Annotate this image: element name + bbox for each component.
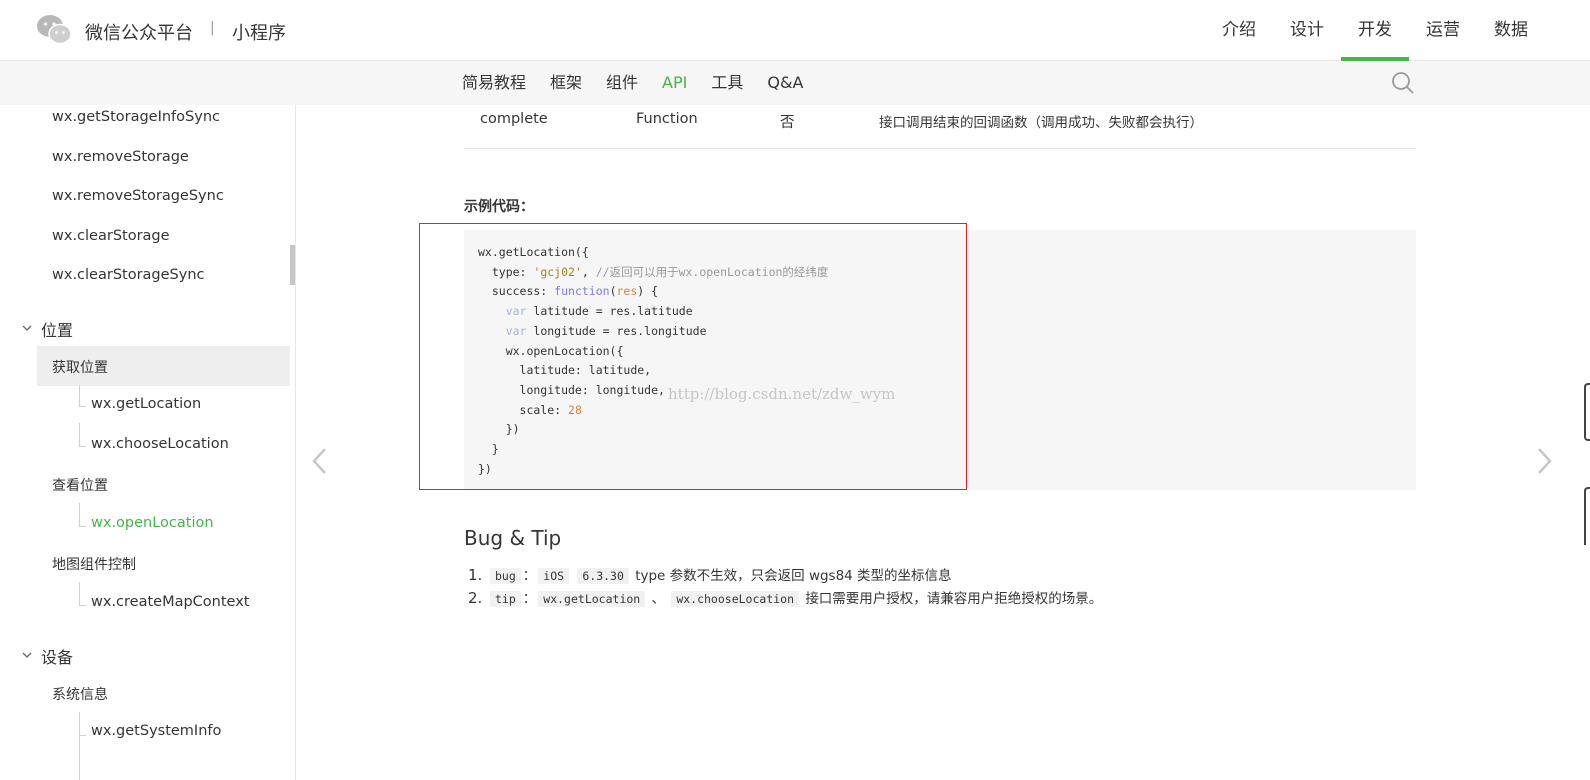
next-page-arrow-icon[interactable] xyxy=(1534,445,1554,477)
code-tag: bug xyxy=(490,568,521,584)
param-name: complete xyxy=(480,111,548,127)
code-line: }) xyxy=(478,461,492,476)
code-line: latitude: latitude, xyxy=(478,363,652,378)
param-type: Function xyxy=(636,111,698,127)
top-header: 微信公众平台 | 小程序 介绍 设计 开发 运营 数据 xyxy=(0,0,1590,61)
chevron-down-icon[interactable] xyxy=(22,650,32,660)
example-code-label: 示例代码： xyxy=(464,199,534,215)
code-line: } xyxy=(478,442,499,457)
tab-api[interactable]: API xyxy=(650,61,699,105)
code-tag: iOS xyxy=(538,568,570,584)
search-icon[interactable] xyxy=(1391,71,1415,95)
sidebar-item-getsysteminfo[interactable]: wx.getSystemInfo xyxy=(91,723,221,739)
code-tag: wx.chooseLocation xyxy=(671,591,800,607)
prev-page-arrow-icon[interactable] xyxy=(310,445,330,477)
param-table-row: complete Function 否 接口调用结束的回调函数（调用成功、失败都… xyxy=(464,105,1416,149)
param-required: 否 xyxy=(780,115,795,131)
wechat-logo-icon[interactable] xyxy=(36,14,72,46)
code-tag: tip xyxy=(490,591,521,607)
list-item: 2. tip： wx.getLocation 、 wx.chooseLocation… xyxy=(468,587,1102,610)
list-item: 1. bug： iOS 6.3.30 type 参数不生效，只会返回 wgs84 类… xyxy=(468,564,1102,587)
sidebar-category-device[interactable]: 设备 xyxy=(41,644,73,668)
nav-develop[interactable]: 开发 xyxy=(1341,0,1409,61)
code-line: scale: 28 xyxy=(478,402,582,417)
tree-connector xyxy=(79,423,86,447)
sidebar-item-createmapcontext[interactable]: wx.createMapContext xyxy=(91,594,249,610)
sidebar-item-removestoragesync[interactable]: wx.removeStorageSync xyxy=(52,188,224,204)
tab-framework[interactable]: 框架 xyxy=(538,61,594,105)
code-line: var longitude = res.longitude xyxy=(505,323,707,338)
sidebar-item-removestorage[interactable]: wx.removeStorage xyxy=(52,149,189,165)
code-block[interactable]: wx.getLocation({ type: 'gcj02', //返回可以用于… xyxy=(478,243,828,479)
sidebar-item-clearstorage[interactable]: wx.clearStorage xyxy=(52,228,170,244)
tree-connector xyxy=(79,712,86,736)
nav-intro[interactable]: 介绍 xyxy=(1205,0,1273,61)
sidebar-section-view-location[interactable]: 查看位置 xyxy=(52,475,108,495)
tips-list: 1. bug： iOS 6.3.30 type 参数不生效，只会返回 wgs84 类… xyxy=(468,564,1102,610)
sidebar-category-location[interactable]: 位置 xyxy=(41,317,73,341)
tab-components[interactable]: 组件 xyxy=(594,61,650,105)
list-number: 2. xyxy=(468,589,483,607)
sub-nav-bar: 简易教程 框架 组件 API 工具 Q&A xyxy=(0,61,1590,105)
side-floating-tab[interactable] xyxy=(1584,487,1590,545)
sidebar-item-getlocation[interactable]: wx.getLocation xyxy=(91,396,201,412)
brand-title[interactable]: 微信公众平台 xyxy=(85,19,193,45)
code-line: wx.getLocation({ xyxy=(478,245,589,259)
chevron-down-icon[interactable] xyxy=(22,323,32,333)
side-floating-tab[interactable] xyxy=(1584,383,1590,441)
param-description: 接口调用结束的回调函数（调用成功、失败都会执行） xyxy=(879,115,1203,131)
tree-connector xyxy=(79,385,86,407)
tab-tutorial[interactable]: 简易教程 xyxy=(450,61,538,105)
code-line: var latitude = res.latitude xyxy=(505,304,693,319)
code-tag: 6.3.30 xyxy=(577,568,629,584)
sidebar-item-getstorageinfosync[interactable]: wx.getStorageInfoSync xyxy=(52,109,220,125)
code-tag: wx.getLocation xyxy=(538,591,646,607)
code-line: longitude: longitude, xyxy=(478,382,665,397)
nav-design[interactable]: 设计 xyxy=(1273,0,1341,61)
tab-qa[interactable]: Q&A xyxy=(755,61,815,105)
code-line: success: function(res) { xyxy=(478,284,659,299)
bug-tip-heading: Bug & Tip xyxy=(464,526,562,550)
nav-operate[interactable]: 运营 xyxy=(1409,0,1477,61)
sidebar-scrollbar[interactable] xyxy=(290,245,295,285)
tree-connector xyxy=(79,582,86,606)
sidebar-section-system-info[interactable]: 系统信息 xyxy=(52,684,108,704)
sidebar-section-get-location[interactable]: 获取位置 xyxy=(52,357,108,377)
separator: 、 xyxy=(651,591,666,607)
product-title[interactable]: 小程序 xyxy=(232,19,286,45)
tip-text: 接口需要用户授权，请兼容用户拒绝授权的场景。 xyxy=(805,591,1103,607)
sub-nav: 简易教程 框架 组件 API 工具 Q&A xyxy=(450,61,815,105)
main-nav: 介绍 设计 开发 运营 数据 xyxy=(1205,0,1545,61)
tree-connector xyxy=(79,503,86,527)
code-line: }) xyxy=(478,422,520,437)
sidebar-item-clearstoragesync[interactable]: wx.clearStorageSync xyxy=(52,267,205,283)
separator: ： xyxy=(522,568,537,584)
watermark-text: http://blog.csdn.net/zdw_wym xyxy=(668,385,896,403)
separator: ： xyxy=(522,591,537,607)
nav-data[interactable]: 数据 xyxy=(1477,0,1545,61)
brand-separator: | xyxy=(210,20,215,36)
sidebar-item-chooselocation[interactable]: wx.chooseLocation xyxy=(91,436,229,452)
code-line: type: 'gcj02', //返回可以用于wx.openLocation的经… xyxy=(478,264,829,279)
tip-text: type 参数不生效，只会返回 wgs84 类型的坐标信息 xyxy=(635,568,952,584)
code-line: wx.openLocation({ xyxy=(478,343,624,358)
sidebar: wx.getStorageInfoSync wx.removeStorage w… xyxy=(0,105,296,780)
sidebar-item-openlocation[interactable]: wx.openLocation xyxy=(91,515,214,531)
main-content: complete Function 否 接口调用结束的回调函数（调用成功、失败都… xyxy=(296,105,1590,780)
tab-tools[interactable]: 工具 xyxy=(699,61,755,105)
list-number: 1. xyxy=(468,566,483,584)
sidebar-section-map-control[interactable]: 地图组件控制 xyxy=(52,554,136,574)
